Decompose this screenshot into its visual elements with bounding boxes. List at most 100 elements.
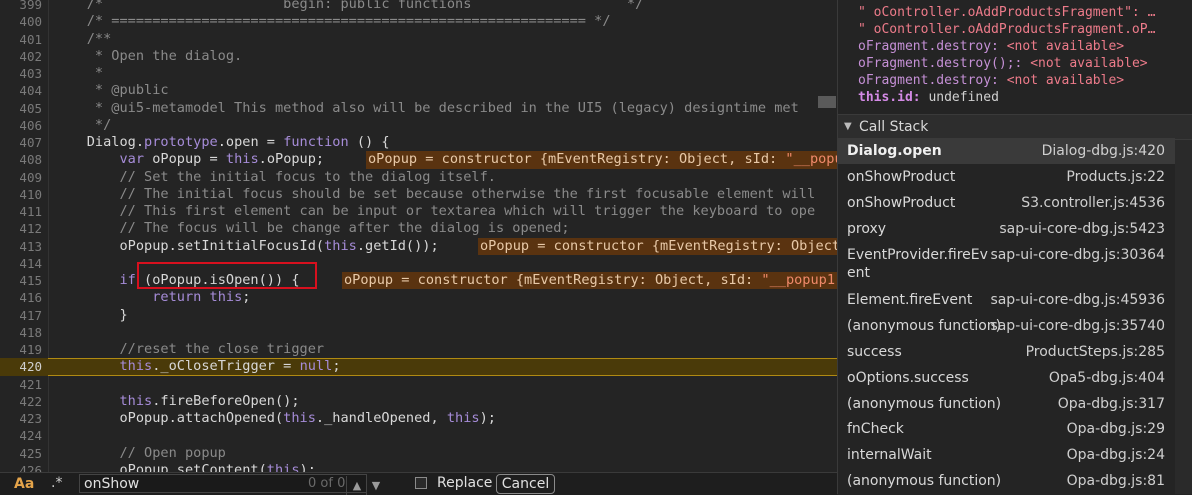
line-number[interactable]: 424: [0, 427, 42, 444]
code-text: oPopup.setContent(this);: [54, 461, 316, 472]
line-number[interactable]: 407: [0, 134, 42, 151]
code-text: Dialog.prototype.open = function () {: [54, 134, 390, 150]
callstack-frame[interactable]: proxy sap-ui-core-dbg.js:5423: [838, 216, 1175, 242]
code-line: 422 this.fireBeforeOpen();: [0, 393, 837, 410]
callstack-frame[interactable]: oOptions.success Opa5-dbg.js:404: [838, 365, 1175, 391]
frame-location[interactable]: sap-ui-core-dbg.js:35740: [990, 313, 1165, 339]
code-line: 423 oPopup.attachOpened(this._handleOpen…: [0, 410, 837, 427]
line-number[interactable]: 426: [0, 462, 42, 472]
inline-variable-value[interactable]: oPopup = constructor {mEventRegistry: Ob…: [342, 272, 837, 290]
code-line: 404 * @public: [0, 82, 837, 99]
line-number[interactable]: 417: [0, 307, 42, 324]
frame-location[interactable]: Products.js:22: [1066, 164, 1165, 190]
code-text: * @public: [54, 82, 169, 99]
code-line: 400 /* =================================…: [0, 13, 837, 30]
code-text: this.fireBeforeOpen();: [119, 392, 300, 409]
search-input[interactable]: [84, 475, 294, 492]
line-number[interactable]: 413: [0, 238, 42, 255]
replace-label: Replace: [437, 475, 493, 491]
frame-location[interactable]: ProductSteps.js:285: [1026, 339, 1165, 365]
callstack-frame[interactable]: Dialog.open Dialog-dbg.js:420: [838, 138, 1175, 164]
code-text: }: [54, 306, 128, 323]
regex-toggle[interactable]: .*: [51, 475, 62, 491]
line-number[interactable]: 422: [0, 393, 42, 410]
watch-item[interactable]: " oController.oAddProductsFragment": …: [858, 4, 1174, 21]
callstack-frame[interactable]: fnCheck Opa-dbg.js:29: [838, 416, 1175, 442]
code-text: * @ui5-metamodel This method also will b…: [54, 99, 799, 116]
line-number[interactable]: 404: [0, 82, 42, 99]
code-line: 426 oPopup.setContent(this);: [0, 462, 837, 472]
code-text: // The focus will be change after the di…: [54, 220, 570, 237]
line-number[interactable]: 400: [0, 13, 42, 30]
callstack-frame[interactable]: internalWait Opa-dbg.js:24: [838, 442, 1175, 468]
line-number[interactable]: 419: [0, 341, 42, 358]
line-number[interactable]: 410: [0, 186, 42, 203]
frame-location[interactable]: Opa-dbg.js:29: [1067, 416, 1165, 442]
line-number[interactable]: 406: [0, 117, 42, 134]
callstack-frame[interactable]: (anonymous function) Opa-dbg.js:317: [838, 391, 1175, 417]
match-case-toggle[interactable]: Aa: [14, 476, 34, 492]
code-line: 424: [0, 427, 837, 444]
watch-item[interactable]: " oController.oAddProductsFragment.oP…: [858, 21, 1174, 38]
line-number[interactable]: 408: [0, 151, 42, 168]
code-line: 405 * @ui5-metamodel This method also wi…: [0, 100, 837, 117]
line-number[interactable]: 415: [0, 272, 42, 289]
line-number[interactable]: 402: [0, 48, 42, 65]
line-number[interactable]: 414: [0, 255, 42, 272]
frame-location[interactable]: sap-ui-core-dbg.js:30364: [990, 246, 1165, 264]
line-number[interactable]: 399: [0, 0, 42, 13]
line-number[interactable]: 421: [0, 376, 42, 393]
chevron-up-icon[interactable]: ▲: [346, 476, 367, 495]
line-number[interactable]: 425: [0, 445, 42, 462]
watch-item[interactable]: oFragment.destroy: <not available>: [858, 72, 1174, 89]
line-number[interactable]: 401: [0, 31, 42, 48]
code-line: 414: [0, 255, 837, 272]
callstack-frame[interactable]: Element.fireEvent sap-ui-core-dbg.js:4593…: [838, 287, 1175, 313]
frame-location[interactable]: Opa-dbg.js:317: [1058, 391, 1165, 417]
editor-scroll-thumb[interactable]: [818, 96, 836, 108]
callstack-frame[interactable]: (anonymous function) sap-ui-core-dbg.js:3…: [838, 313, 1175, 339]
watch-item[interactable]: oFragment.destroy();: <not available>: [858, 55, 1174, 72]
callstack-frame[interactable]: EventProvider.fireEvent sap-ui-core-dbg.j…: [838, 242, 1175, 287]
watch-item[interactable]: this.id: undefined: [858, 89, 1174, 106]
code-editor[interactable]: 399 /* begin: public functions */400 /* …: [0, 0, 837, 472]
line-number[interactable]: 423: [0, 410, 42, 427]
cancel-button[interactable]: Cancel: [496, 474, 555, 494]
callstack-scrollbar[interactable]: [1175, 140, 1192, 494]
code-text: //reset the close trigger: [54, 341, 325, 357]
chevron-down-icon[interactable]: ▼: [366, 476, 385, 495]
line-number[interactable]: 405: [0, 100, 42, 117]
watch-item[interactable]: oFragment.destroy: <not available>: [858, 38, 1174, 55]
frame-function-name: success: [847, 344, 902, 360]
frame-location[interactable]: S3.controller.js:4536: [1021, 190, 1165, 216]
line-number[interactable]: 420: [0, 358, 42, 375]
callstack-section-header[interactable]: ▼ Call Stack: [838, 114, 1192, 140]
line-number[interactable]: 412: [0, 220, 42, 237]
frame-location[interactable]: Opa5-dbg.js:404: [1049, 365, 1165, 391]
code-text: // This first element can be input or te…: [54, 203, 816, 219]
callstack-frame[interactable]: success ProductSteps.js:285: [838, 339, 1175, 365]
frame-location[interactable]: Opa-dbg.js:24: [1067, 442, 1165, 468]
callstack-frame[interactable]: onShowProduct Products.js:22: [838, 164, 1175, 190]
inline-variable-value[interactable]: oPopup = constructor {mEventRegistry: Ob…: [478, 237, 837, 255]
line-number[interactable]: 403: [0, 65, 42, 82]
code-line: 409 // Set the initial focus to the dial…: [0, 169, 837, 186]
line-number[interactable]: 411: [0, 203, 42, 220]
code-line: 421: [0, 376, 837, 393]
watch-name: oFragment.destroy:: [858, 39, 999, 54]
replace-checkbox[interactable]: [415, 477, 427, 489]
line-number[interactable]: 409: [0, 169, 42, 186]
frame-location[interactable]: Dialog-dbg.js:420: [1042, 138, 1165, 164]
line-number[interactable]: 416: [0, 289, 42, 306]
code-line: 402 * Open the dialog.: [0, 48, 837, 65]
code-text: /* begin: public functions */: [54, 0, 644, 12]
frame-location[interactable]: sap-ui-core-dbg.js:5423: [999, 216, 1165, 242]
frame-location[interactable]: sap-ui-core-dbg.js:45936: [990, 287, 1165, 313]
current-execution-line: 420 this._oCloseTrigger = null;: [0, 358, 837, 376]
inline-variable-value[interactable]: oPopup = constructor {mEventRegistry: Ob…: [366, 151, 837, 169]
frame-location[interactable]: Opa-dbg.js:81: [1067, 468, 1165, 494]
frame-function-name: Dialog.open: [847, 143, 942, 159]
line-number[interactable]: 418: [0, 324, 42, 341]
callstack-frame[interactable]: onShowProduct S3.controller.js:4536: [838, 190, 1175, 216]
callstack-frame[interactable]: (anonymous function) Opa-dbg.js:81: [838, 468, 1175, 494]
